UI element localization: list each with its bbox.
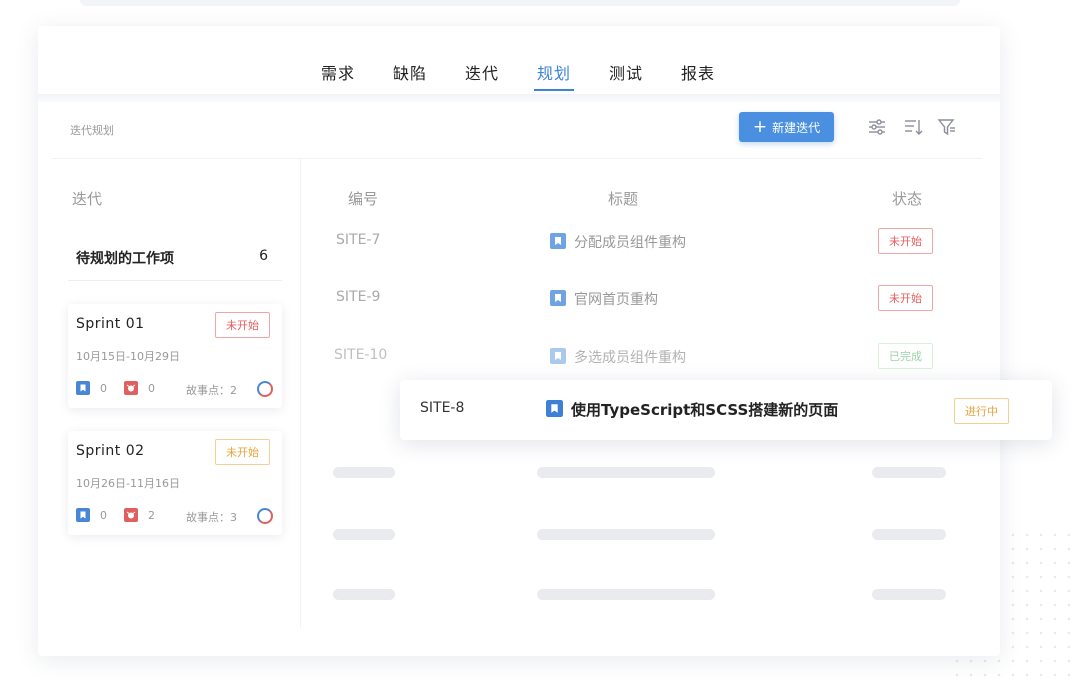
bookmark-icon	[546, 400, 563, 421]
story-count: 0	[100, 382, 107, 395]
work-item-title: 多选成员组件重构	[550, 347, 686, 368]
skeleton-placeholder	[333, 529, 395, 540]
sprint-meta: 0 0 故事点：2	[76, 381, 276, 399]
sprint-dates: 10月26日-11月16日	[76, 477, 180, 490]
story-points: 故事点：3	[186, 509, 237, 525]
dragging-work-item[interactable]: SITE-8 使用TypeScript和SCSS搭建新的页面 进行中	[400, 380, 1052, 440]
active-tab-indicator	[534, 89, 574, 91]
skeleton-placeholder	[537, 467, 715, 478]
skeleton-placeholder	[537, 529, 715, 540]
skeleton-placeholder	[872, 467, 946, 478]
skeleton-placeholder	[333, 589, 395, 600]
settings-sliders-icon[interactable]	[866, 116, 888, 138]
tab-testing[interactable]: 测试	[609, 60, 643, 84]
column-divider	[300, 159, 301, 629]
status-badge: 已完成	[878, 343, 933, 369]
toolbar-divider	[52, 158, 982, 159]
new-iteration-label: 新建迭代	[772, 120, 821, 135]
sprint-card[interactable]: Sprint 01 未开始 10月15日-10月29日 0 0 故事点：2	[68, 304, 282, 408]
column-header-id: 编号	[348, 190, 379, 208]
tab-defects[interactable]: 缺陷	[393, 60, 427, 84]
story-icon	[76, 508, 90, 522]
sprint-card[interactable]: Sprint 02 未开始 10月26日-11月16日 0 2 故事点：3	[68, 431, 282, 535]
work-item-title-text: 分配成员组件重构	[574, 235, 686, 251]
story-icon	[76, 381, 90, 395]
story-points-value: 3	[230, 511, 237, 524]
new-iteration-button[interactable]: + 新建迭代	[739, 112, 834, 142]
work-item-id: SITE-9	[336, 289, 381, 305]
sort-icon[interactable]	[902, 116, 924, 138]
skeleton-placeholder	[872, 589, 946, 600]
skeleton-placeholder	[333, 467, 395, 478]
top-nav: 需求 缺陷 迭代 规划 测试 报表	[38, 26, 1000, 94]
work-item-title-text: 使用TypeScript和SCSS搭建新的页面	[571, 401, 839, 419]
work-item-title: 使用TypeScript和SCSS搭建新的页面	[546, 399, 838, 421]
pending-work-items[interactable]: 待规划的工作项 6	[68, 238, 282, 281]
progress-ring-icon	[257, 381, 273, 397]
sprint-meta: 0 2 故事点：3	[76, 508, 276, 526]
app-window: 需求 缺陷 迭代 规划 测试 报表 迭代规划 + 新建迭代 迭代 待规划的工作项…	[38, 26, 1052, 656]
sprint-name: Sprint 02	[76, 443, 145, 459]
pending-count: 6	[259, 248, 268, 264]
story-points-label: 故事点：	[186, 384, 230, 397]
filter-icon[interactable]	[936, 116, 958, 138]
work-item-id: SITE-7	[336, 232, 381, 248]
background-card-edge	[80, 0, 960, 6]
story-points: 故事点：2	[186, 382, 237, 398]
pending-label: 待规划的工作项	[76, 251, 174, 267]
sprint-dates: 10月15日-10月29日	[76, 350, 180, 363]
page-title: 迭代规划	[70, 124, 114, 137]
nav-divider	[38, 94, 1000, 102]
bug-count: 2	[148, 509, 155, 522]
story-points-label: 故事点：	[186, 511, 230, 524]
work-item-id: SITE-10	[334, 347, 388, 363]
status-badge: 进行中	[954, 398, 1009, 424]
sprint-name: Sprint 01	[76, 316, 145, 332]
story-count: 0	[100, 509, 107, 522]
bookmark-icon	[550, 233, 566, 253]
work-item-id: SITE-8	[420, 400, 465, 416]
iterations-column-title: 迭代	[72, 190, 103, 208]
bookmark-icon	[550, 290, 566, 310]
column-header-status: 状态	[892, 190, 923, 208]
column-header-title: 标题	[608, 190, 639, 208]
progress-ring-icon	[257, 508, 273, 524]
bookmark-icon	[550, 348, 566, 368]
work-item-title: 官网首页重构	[550, 289, 658, 310]
work-item-title-text: 官网首页重构	[574, 292, 658, 308]
table-row[interactable]: SITE-7 分配成员组件重构 未开始	[328, 222, 978, 262]
bug-icon	[124, 381, 138, 395]
plus-icon: +	[752, 116, 768, 137]
tab-reports[interactable]: 报表	[681, 60, 715, 84]
tab-iterations[interactable]: 迭代	[465, 60, 499, 84]
skeleton-placeholder	[872, 529, 946, 540]
status-badge: 未开始	[878, 285, 933, 311]
story-points-value: 2	[230, 384, 237, 397]
work-item-title: 分配成员组件重构	[550, 232, 686, 253]
status-badge: 未开始	[215, 439, 270, 465]
skeleton-placeholder	[537, 589, 715, 600]
table-row[interactable]: SITE-9 官网首页重构 未开始	[328, 279, 978, 319]
tab-requirements[interactable]: 需求	[321, 60, 355, 84]
tab-planning[interactable]: 规划	[537, 60, 571, 84]
bug-count: 0	[148, 382, 155, 395]
table-row[interactable]: SITE-10 多选成员组件重构 已完成	[328, 337, 978, 377]
work-item-title-text: 多选成员组件重构	[574, 350, 686, 366]
bug-icon	[124, 508, 138, 522]
status-badge: 未开始	[215, 312, 270, 338]
status-badge: 未开始	[878, 228, 933, 254]
